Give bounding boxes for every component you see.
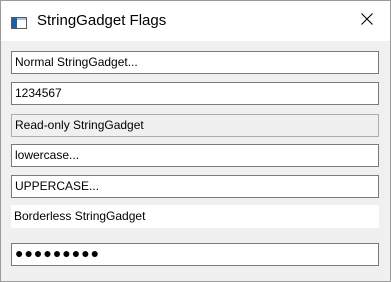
window-app-icon: [11, 16, 27, 29]
borderless-string-field[interactable]: Borderless StringGadget: [11, 205, 379, 228]
readonly-string-field: Read-only StringGadget: [11, 114, 379, 137]
uppercase-string-field[interactable]: UPPERCASE...: [11, 175, 379, 198]
numeric-string-field[interactable]: 1234567: [11, 82, 379, 105]
title-bar[interactable]: StringGadget Flags: [1, 1, 390, 41]
window-title: StringGadget Flags: [37, 12, 167, 29]
lowercase-string-field[interactable]: lowercase...: [11, 144, 379, 167]
close-button[interactable]: [344, 1, 390, 41]
password-string-field[interactable]: ●●●●●●●●●: [11, 243, 379, 266]
app-window: StringGadget Flags Normal StringGadget..…: [0, 0, 391, 282]
normal-string-field[interactable]: Normal StringGadget...: [11, 51, 379, 74]
window-client-area: Normal StringGadget... 1234567 Read-only…: [1, 41, 390, 281]
close-icon: [360, 12, 374, 31]
